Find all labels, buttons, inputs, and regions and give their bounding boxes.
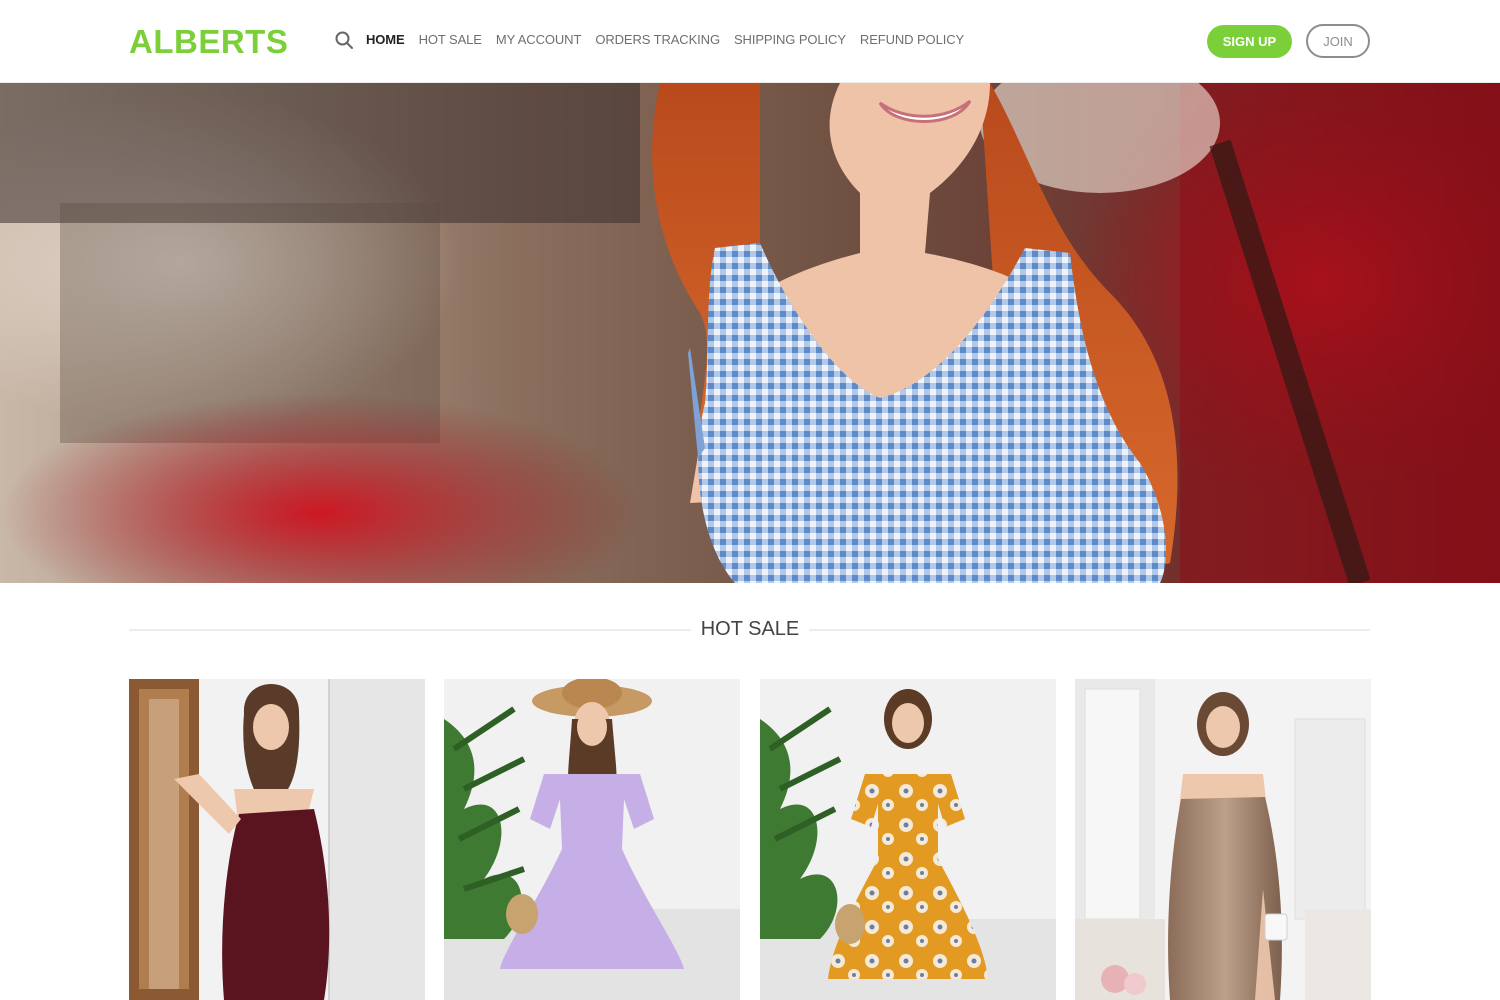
hot-sale-section-header: HOT SALE: [129, 612, 1370, 646]
product-card[interactable]: [1075, 679, 1371, 1000]
product-image: [129, 679, 425, 1000]
sign-up-button[interactable]: SIGN UP: [1207, 25, 1292, 58]
section-title: HOT SALE: [700, 618, 800, 640]
product-card[interactable]: [444, 679, 740, 1000]
divider-right: [809, 629, 1370, 631]
nav-orders-tracking[interactable]: ORDERS TRACKING: [595, 31, 720, 49]
nav-my-account[interactable]: MY ACCOUNT: [496, 31, 582, 49]
hero-image: [0, 83, 1500, 583]
divider-left: [129, 629, 691, 631]
join-button[interactable]: JOIN: [1306, 24, 1370, 58]
search-icon[interactable]: [334, 30, 354, 50]
site-header: ALBERTS HOME HOT SALE MY ACCOUNT ORDERS …: [0, 0, 1500, 83]
product-image: [1075, 679, 1371, 1000]
product-card[interactable]: [129, 679, 425, 1000]
product-card[interactable]: [760, 679, 1056, 1000]
product-image: [444, 679, 740, 1000]
nav-home[interactable]: HOME: [366, 31, 405, 49]
site-logo[interactable]: ALBERTS: [129, 22, 288, 62]
hero-banner[interactable]: [0, 83, 1500, 583]
nav-hot-sale[interactable]: HOT SALE: [419, 31, 482, 49]
product-grid: [129, 679, 1371, 1000]
nav-refund-policy[interactable]: REFUND POLICY: [860, 31, 964, 49]
main-nav: HOME HOT SALE MY ACCOUNT ORDERS TRACKING…: [366, 31, 964, 49]
product-image: [760, 679, 1056, 1000]
nav-shipping-policy[interactable]: SHIPPING POLICY: [734, 31, 846, 49]
